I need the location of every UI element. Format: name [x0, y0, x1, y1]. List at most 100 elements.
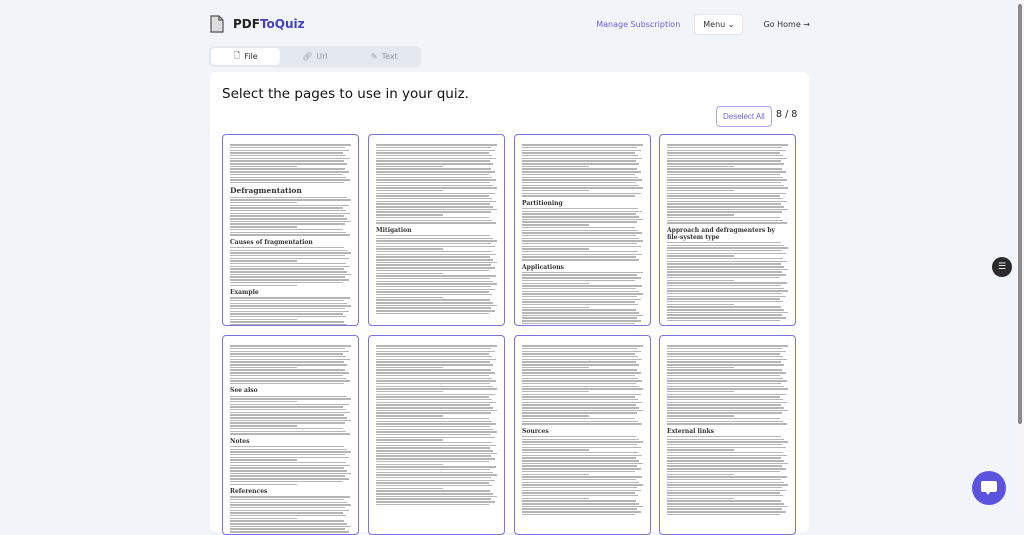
- text-line: [667, 361, 781, 363]
- text-line: [376, 396, 489, 398]
- text-line: [522, 345, 643, 347]
- text-line: [230, 451, 351, 453]
- page-thumbnail[interactable]: See also Notes References: [222, 335, 359, 535]
- text-line: [376, 374, 489, 377]
- text-line: [667, 165, 734, 168]
- text-line: [376, 388, 497, 390]
- chat-button[interactable]: [972, 471, 1006, 505]
- page-thumbnail[interactable]: Defragmentation Causes of fragmentation Ex…: [222, 134, 359, 326]
- text-line: [376, 192, 495, 195]
- page-thumbnail[interactable]: Mitigation: [368, 134, 505, 326]
- text-line: [667, 292, 782, 295]
- page-thumbnail[interactable]: External links: [659, 335, 796, 535]
- page-thumbnail[interactable]: [368, 335, 505, 535]
- text-line: [230, 324, 348, 325]
- text-line: [667, 303, 734, 306]
- text-line: [522, 237, 640, 239]
- text-line: [376, 356, 493, 358]
- text-line: [522, 309, 636, 311]
- tab-text[interactable]: ✎ Text: [350, 48, 419, 65]
- text-line: [376, 299, 490, 301]
- chevron-down-icon: ⌄: [727, 19, 735, 29]
- text-line: [522, 462, 643, 465]
- text-line: [522, 417, 635, 420]
- page-thumbnail[interactable]: Partitioning Applications: [514, 134, 651, 326]
- scrollbar-thumb[interactable]: [1018, 4, 1022, 424]
- text-line: [230, 163, 348, 165]
- text-line: [522, 245, 641, 248]
- go-home-link[interactable]: Go Home →: [763, 20, 810, 29]
- text-line: [376, 401, 496, 404]
- text-line: [667, 276, 780, 279]
- text-line: [230, 347, 345, 350]
- page-heading: See also: [230, 387, 258, 395]
- quiz-list-icon[interactable]: ☰: [992, 257, 1012, 277]
- text-line: [230, 160, 344, 162]
- tab-file[interactable]: 🗋 File: [211, 48, 281, 65]
- text-line: [667, 492, 780, 494]
- text-line: [522, 503, 640, 505]
- text-line: [522, 497, 589, 500]
- text-line: [376, 353, 489, 355]
- page-thumbnail[interactable]: Sources: [514, 335, 651, 535]
- text-line: [667, 420, 784, 422]
- page-heading: Notes: [230, 437, 250, 445]
- text-line: [376, 428, 494, 430]
- text-line: [376, 280, 494, 282]
- tab-url[interactable]: 🔗︎ Url: [280, 48, 349, 65]
- text-line: [667, 470, 780, 473]
- text-line: [376, 259, 494, 261]
- text-line: [230, 155, 347, 157]
- text-line: [376, 157, 496, 160]
- text-line: [522, 361, 636, 363]
- text-line: [376, 390, 443, 393]
- text-line: [522, 165, 589, 168]
- text-line: [667, 155, 784, 157]
- text-line: [522, 298, 641, 301]
- text-line: [522, 234, 636, 237]
- text-line: [667, 390, 734, 393]
- text-line: [522, 388, 643, 390]
- text-line: [376, 155, 493, 157]
- text-line: [522, 287, 636, 290]
- text-line: [667, 195, 780, 197]
- text-line: [376, 200, 496, 203]
- text-line: [522, 399, 639, 401]
- deselect-all-button[interactable]: Deselect All: [716, 106, 772, 127]
- logo[interactable]: PDFToQuiz: [210, 15, 305, 33]
- text-line: [230, 528, 345, 530]
- text-line: [522, 492, 635, 494]
- text-line: [522, 481, 640, 483]
- text-line: [230, 411, 350, 414]
- text-line: [522, 353, 635, 355]
- text-line: [230, 523, 348, 525]
- text-line: [376, 450, 494, 452]
- page-thumbnail[interactable]: Approach and defragmenters by file-syste…: [659, 134, 796, 326]
- text-line: [230, 196, 348, 198]
- text-line: [667, 295, 786, 298]
- manage-subscription-link[interactable]: Manage Subscription: [596, 20, 680, 29]
- text-line: [376, 208, 497, 211]
- text-line: [667, 189, 734, 192]
- page-heading: References: [230, 487, 268, 495]
- menu-button[interactable]: Menu ⌄: [694, 13, 744, 35]
- text-line: [376, 146, 491, 149]
- text-line: [230, 299, 344, 302]
- text-line: [522, 385, 640, 387]
- text-line: [522, 210, 642, 213]
- text-line: [667, 388, 788, 390]
- text-line: [230, 358, 350, 361]
- text-line: [667, 271, 782, 273]
- text-line: [230, 181, 344, 184]
- text-line: [667, 476, 787, 478]
- text-line: [376, 444, 496, 447]
- text-line: [230, 409, 347, 411]
- text-line: [522, 277, 641, 279]
- text-line: [522, 155, 639, 157]
- text-line: [667, 423, 787, 425]
- text-line: [667, 415, 734, 417]
- text-line: [522, 423, 642, 425]
- text-line: [230, 372, 349, 374]
- text-line: [230, 271, 348, 273]
- scrollbar[interactable]: [1016, 0, 1024, 512]
